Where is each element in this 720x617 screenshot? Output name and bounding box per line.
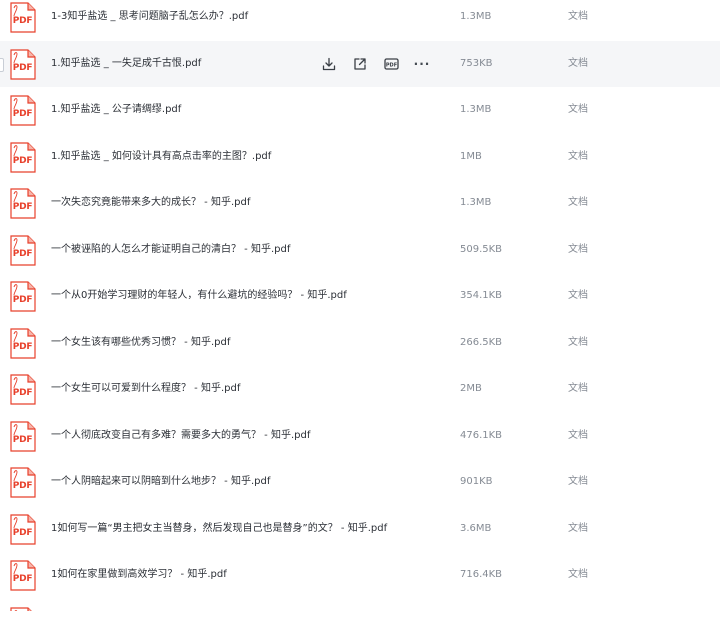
file-type: 文档 <box>568 290 588 301</box>
file-row[interactable]: PDF 1.知乎盐选 _ 公子请绸缪.pdf 1.3MB 文档 <box>0 87 720 134</box>
row-actions: PDF ··· <box>320 55 444 73</box>
pdf-file-icon: PDF <box>10 560 36 591</box>
pdf-icon-label: PDF <box>12 388 33 398</box>
file-row[interactable]: PDF <box>0 599 720 611</box>
pdf-icon-label: PDF <box>12 16 33 26</box>
pdf-file-icon: PDF <box>10 374 36 405</box>
file-size: 354.1KB <box>460 290 503 301</box>
file-size: 1MB <box>460 150 482 162</box>
file-type: 文档 <box>568 383 588 394</box>
pdf-file-icon: PDF <box>10 2 36 33</box>
file-name[interactable]: 一个女生可以可爱到什么程度？ - 知乎.pdf <box>51 366 240 413</box>
pdf-icon-label: PDF <box>12 527 33 538</box>
file-name[interactable]: 一个人彻底改变自己有多难？需要多大的勇气？ - 知乎.pdf <box>51 413 310 460</box>
pdf-icon-label: PDF <box>12 434 33 445</box>
file-size: 1.3MB <box>460 197 492 208</box>
file-name[interactable]: 一个被诬陷的人怎么才能证明自己的清白？ - 知乎.pdf <box>51 227 290 274</box>
pdf-icon-label: PDF <box>12 295 33 305</box>
file-name[interactable]: 1-3知乎盐选 _ 思考问题脑子乱怎么办？.pdf <box>51 0 248 41</box>
file-row[interactable]: PDF 1如何写一篇“男主把女主当替身，然后发现自己也是替身”的文？ - 知乎.… <box>0 506 720 553</box>
pdf-icon-label: PDF <box>12 341 33 352</box>
pdf-file-icon: PDF <box>10 141 36 173</box>
file-type: 文档 <box>568 336 588 348</box>
file-row[interactable]: PDF 一个人彻底改变自己有多难？需要多大的勇气？ - 知乎.pdf 476.1… <box>0 413 720 460</box>
pdf-icon-label: PDF <box>12 481 33 491</box>
file-type: 文档 <box>568 476 588 487</box>
file-row[interactable]: PDF 1-3知乎盐选 _ 思考问题脑子乱怎么办？.pdf 1.3MB 文档 <box>0 0 720 41</box>
pdf-file-icon: PDF <box>10 234 36 266</box>
file-type: 文档 <box>568 104 588 115</box>
file-row[interactable]: PDF 一个被诬陷的人怎么才能证明自己的清白？ - 知乎.pdf 509.5KB… <box>0 227 720 274</box>
file-name[interactable]: 1.知乎盐选 _ 一失足成千古恨.pdf <box>51 41 201 88</box>
file-list: PDF 1-3知乎盐选 _ 思考问题脑子乱怎么办？.pdf 1.3MB 文档 P… <box>0 0 720 611</box>
file-type: 文档 <box>568 150 588 162</box>
file-size: 266.5KB <box>460 336 503 348</box>
file-row[interactable]: PDF 一次失恋究竟能带来多大的成长？ - 知乎.pdf 1.3MB 文档 <box>0 180 720 227</box>
pdf-icon-label: PDF <box>12 109 33 119</box>
file-size: 1.3MB <box>460 11 492 22</box>
file-size: 716.4KB <box>460 569 503 580</box>
file-size: 3.6MB <box>460 522 492 534</box>
file-name[interactable]: 一个人阴暗起来可以阴暗到什么地步？ - 知乎.pdf <box>51 459 270 506</box>
file-size: 1.3MB <box>460 104 492 115</box>
file-row[interactable]: PDF 1.知乎盐选 _ 如何设计具有高点击率的主图？.pdf 1MB 文档 <box>0 134 720 181</box>
row-checkbox[interactable] <box>0 57 4 72</box>
pdf-icon-label: PDF <box>12 155 33 166</box>
file-type: 文档 <box>568 522 588 534</box>
file-row[interactable]: PDF 一个从0开始学习理财的年轻人，有什么避坑的经验吗？ - 知乎.pdf 3… <box>0 273 720 320</box>
pdf-file-icon: PDF <box>10 467 36 498</box>
file-size: 476.1KB <box>460 429 503 441</box>
pdf-file-icon: PDF <box>10 281 36 312</box>
file-row[interactable]: PDF 一个人阴暗起来可以阴暗到什么地步？ - 知乎.pdf 901KB 文档 <box>0 459 720 506</box>
file-row[interactable]: PDF 1如何在家里做到高效学习？ - 知乎.pdf 716.4KB 文档 <box>0 552 720 599</box>
file-row[interactable]: PDF 一个女生该有哪些优秀习惯？ - 知乎.pdf 266.5KB 文档 <box>0 320 720 367</box>
file-name[interactable]: 1.知乎盐选 _ 公子请绸缪.pdf <box>51 87 181 134</box>
share-icon[interactable] <box>351 55 369 73</box>
file-type: 文档 <box>568 197 588 208</box>
file-name[interactable]: 一个女生该有哪些优秀习惯？ - 知乎.pdf <box>51 320 230 367</box>
file-name[interactable]: 1如何写一篇“男主把女主当替身，然后发现自己也是替身”的文？ - 知乎.pdf <box>51 506 387 553</box>
pdf-file-icon: PDF <box>10 420 36 452</box>
file-type: 文档 <box>568 243 588 255</box>
file-size: 753KB <box>460 57 493 69</box>
file-type: 文档 <box>568 57 588 69</box>
file-type: 文档 <box>568 429 588 441</box>
pdf-icon-label: PDF <box>12 202 33 212</box>
file-row[interactable]: PDF 一个女生可以可爱到什么程度？ - 知乎.pdf 2MB 文档 <box>0 366 720 413</box>
pdf-file-icon: PDF <box>10 327 36 359</box>
pdf-file-icon: PDF <box>10 188 36 219</box>
more-icon[interactable]: ··· <box>413 55 431 73</box>
pdf-file-icon: PDF <box>10 48 36 80</box>
pdf-file-icon: PDF <box>10 95 36 126</box>
file-name[interactable]: 1如何在家里做到高效学习？ - 知乎.pdf <box>51 552 227 599</box>
pdf-icon-label: PDF <box>12 248 33 259</box>
file-size: 901KB <box>460 476 493 487</box>
file-row[interactable]: PDF 1.知乎盐选 _ 一失足成千古恨.pdf 753KB 文档 PDF ··… <box>0 40 720 88</box>
file-name[interactable]: 1.知乎盐选 _ 如何设计具有高点击率的主图？.pdf <box>51 134 271 181</box>
svg-text:PDF: PDF <box>385 62 396 68</box>
file-size: 509.5KB <box>460 243 503 255</box>
download-icon[interactable] <box>320 55 338 73</box>
file-type: 文档 <box>568 569 588 580</box>
file-name[interactable]: 一次失恋究竟能带来多大的成长？ - 知乎.pdf <box>51 180 250 227</box>
file-type: 文档 <box>568 11 588 22</box>
pdf-file-icon: PDF <box>10 513 36 545</box>
file-name[interactable]: 一个从0开始学习理财的年轻人，有什么避坑的经验吗？ - 知乎.pdf <box>51 273 347 320</box>
file-size: 2MB <box>460 383 482 394</box>
pdf-icon-label: PDF <box>12 574 33 584</box>
pdf-file-icon: PDF <box>10 606 36 611</box>
pdf-convert-icon[interactable]: PDF <box>382 55 400 73</box>
pdf-icon-label: PDF <box>12 62 33 73</box>
